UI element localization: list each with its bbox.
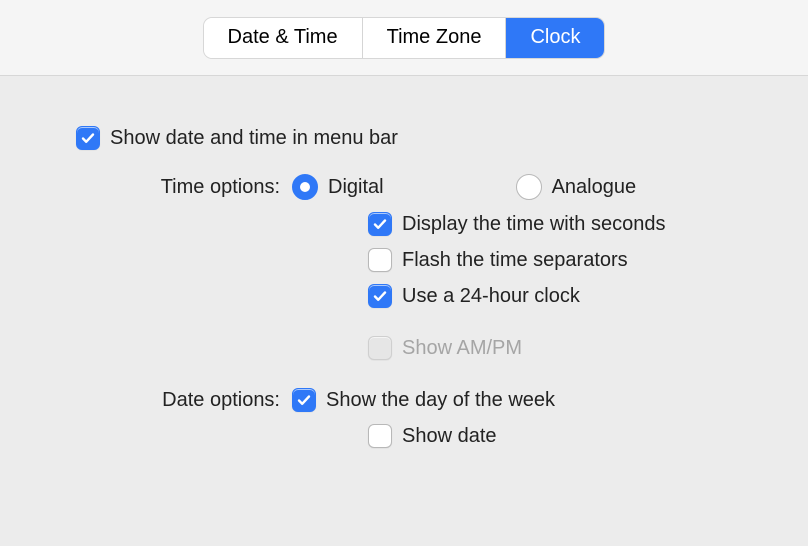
show-date-label: Show date [402, 425, 497, 448]
analogue-radio[interactable] [516, 174, 542, 200]
tabbar-container: Date & Time Time Zone Clock [0, 0, 808, 76]
checkmark-icon [80, 130, 96, 146]
show-date-checkbox[interactable] [368, 424, 392, 448]
display-seconds-label: Display the time with seconds [402, 213, 665, 236]
tab-time-zone[interactable]: Time Zone [363, 18, 507, 58]
show-day-of-week-label: Show the day of the week [326, 389, 555, 412]
tab-segmented-control: Date & Time Time Zone Clock [204, 18, 605, 58]
show-day-of-week-checkbox[interactable] [292, 388, 316, 412]
checkmark-icon [296, 392, 312, 408]
clock-settings-pane: Show date and time in menu bar Time opti… [0, 76, 808, 448]
show-ampm-label: Show AM/PM [402, 337, 522, 360]
tab-label: Date & Time [228, 26, 338, 49]
checkmark-icon [372, 288, 388, 304]
tab-label: Time Zone [387, 26, 482, 49]
show-menu-bar-checkbox[interactable] [76, 126, 100, 150]
tab-date-time[interactable]: Date & Time [204, 18, 363, 58]
tab-label: Clock [530, 26, 580, 49]
tab-clock[interactable]: Clock [506, 18, 604, 58]
display-seconds-checkbox[interactable] [368, 212, 392, 236]
show-menu-bar-label: Show date and time in menu bar [110, 127, 398, 150]
digital-label: Digital [328, 176, 384, 199]
flash-separators-label: Flash the time separators [402, 249, 628, 272]
flash-separators-checkbox[interactable] [368, 248, 392, 272]
time-options-label: Time options: [161, 176, 280, 198]
use-24h-checkbox[interactable] [368, 284, 392, 308]
date-options-label: Date options: [162, 389, 280, 411]
use-24h-label: Use a 24-hour clock [402, 285, 580, 308]
show-ampm-checkbox [368, 336, 392, 360]
analogue-label: Analogue [552, 176, 637, 199]
digital-radio[interactable] [292, 174, 318, 200]
radio-dot-icon [300, 182, 310, 192]
checkmark-icon [372, 216, 388, 232]
